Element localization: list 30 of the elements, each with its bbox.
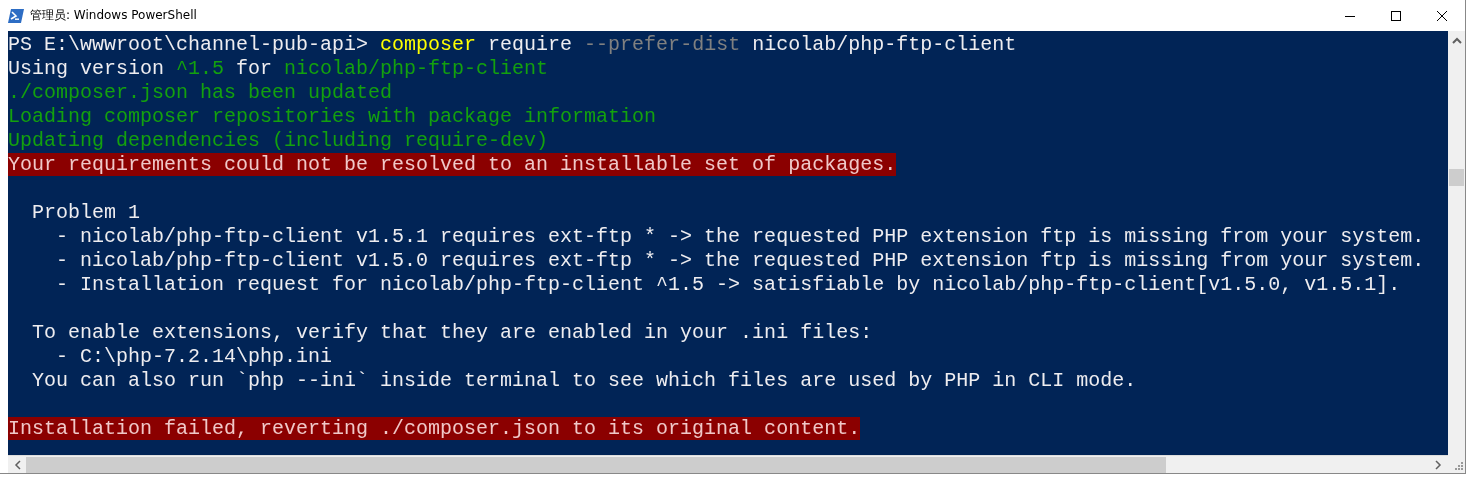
terminal-text: To enable extensions, verify that they are enabled in your .ini files: bbox=[31, 321, 873, 344]
scroll-right-icon[interactable] bbox=[1432, 459, 1444, 470]
terminal-text: - Installation request for nicolab/php-ftp-client ^1.5 -> satisfiable by nicolab/php-ftp-client[v1.5.0, v1.5.1]. bbox=[55, 273, 1401, 296]
scrollbar-thumb[interactable] bbox=[1449, 169, 1464, 186]
error-message: Installation failed, reverting ./composer.json to its original content. bbox=[8, 417, 861, 440]
terminal-text: - nicolab/php-ftp-client v1.5.0 requires ext-ftp * -> the requested PHP extension ftp is missing from your system. bbox=[55, 249, 1425, 272]
scroll-up-icon[interactable] bbox=[1451, 37, 1462, 45]
powershell-icon bbox=[8, 8, 24, 23]
terminal-text: Problem 1 bbox=[31, 201, 141, 224]
info-text: nicolab/php-ftp-client bbox=[284, 57, 549, 80]
error-message: Your requirements could not be resolved to an installable set of packages. bbox=[8, 153, 897, 176]
info-text: ^1.5 bbox=[176, 57, 225, 80]
terminal-text: for bbox=[235, 57, 274, 80]
scrollbar-thumb[interactable] bbox=[26, 456, 1166, 473]
terminal-text: Using version bbox=[8, 57, 166, 80]
maximize-icon bbox=[1391, 10, 1401, 21]
window-title: 管理员: Windows PowerShell bbox=[30, 7, 198, 24]
scroll-left-icon[interactable] bbox=[12, 459, 24, 470]
info-text: Updating dependencies (including require-dev) bbox=[8, 129, 549, 152]
terminal-text: - nicolab/php-ftp-client v1.5.1 requires ext-ftp * -> the requested PHP extension ftp is missing from your system. bbox=[55, 225, 1425, 248]
info-text: ./composer.json has been updated bbox=[8, 81, 393, 104]
terminal-text: nicolab/php-ftp-client bbox=[751, 33, 1017, 56]
terminal-text: require bbox=[487, 33, 574, 56]
terminal-text: You can also run `php --ini` inside terminal to see which files are used by PHP in CLI mode. bbox=[31, 369, 1137, 392]
terminal-text: - C:\php-7.2.14\php.ini bbox=[55, 345, 333, 368]
parameter-text: --prefer-dist bbox=[584, 33, 741, 56]
info-text: Loading composer repositories with package information bbox=[8, 105, 657, 128]
close-icon bbox=[1437, 10, 1447, 21]
command-text: composer bbox=[380, 33, 477, 56]
terminal-text: PS E:\wwwroot\channel-pub-api> bbox=[8, 33, 370, 56]
